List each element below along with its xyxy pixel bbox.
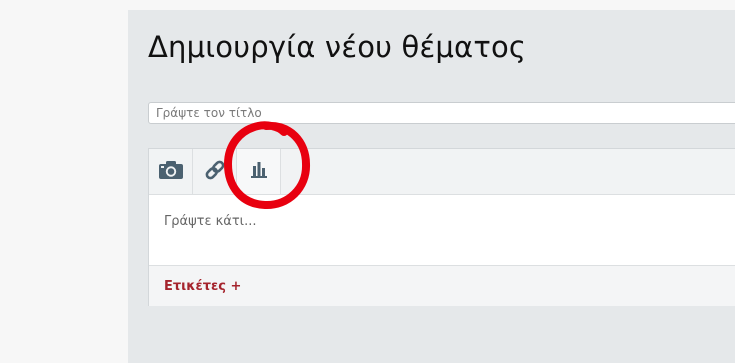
bar-chart-icon (249, 160, 269, 184)
left-gutter (0, 0, 128, 363)
post-editor: Γράψτε κάτι... Ετικέτες + (148, 148, 735, 306)
camera-icon (158, 160, 184, 184)
link-icon (203, 158, 227, 186)
new-topic-panel: Δημιουργία νέου θέματος Γράψτε τον τίτλο… (128, 10, 735, 363)
title-input[interactable] (148, 102, 735, 124)
tags-label: Ετικέτες + (164, 279, 242, 294)
editor-toolbar (149, 149, 735, 195)
add-photo-button[interactable] (149, 149, 193, 194)
add-link-button[interactable] (193, 149, 237, 194)
body-placeholder: Γράψτε κάτι... (164, 214, 257, 229)
add-poll-button[interactable] (237, 149, 281, 194)
body-textarea[interactable]: Γράψτε κάτι... (149, 195, 735, 265)
tags-button[interactable]: Ετικέτες + (149, 265, 735, 306)
page-title: Δημιουργία νέου θέματος (148, 30, 527, 64)
